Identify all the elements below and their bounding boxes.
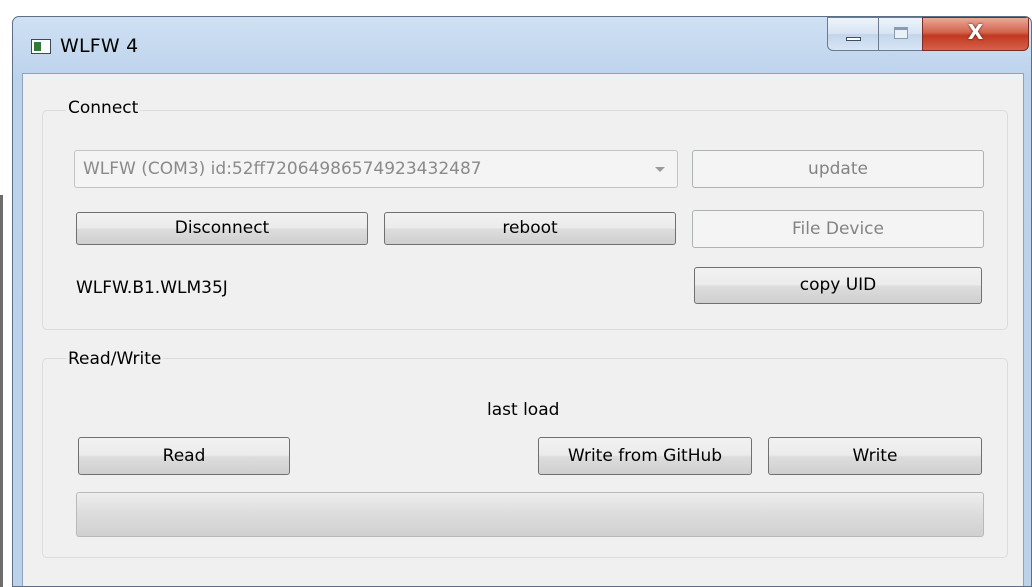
caption-buttons: X (827, 17, 1029, 52)
close-icon: X (967, 20, 984, 44)
read-write-group-title: Read/Write (66, 349, 164, 369)
chevron-down-icon (655, 167, 665, 172)
device-select[interactable]: WLFW (COM3) id:52ff72064986574923432487 (74, 150, 678, 188)
reboot-button[interactable]: reboot (384, 212, 676, 245)
app-window-icon[interactable] (31, 39, 51, 54)
title-bar[interactable]: WLFW 4 X (13, 17, 1031, 73)
copy-uid-button[interactable]: copy UID (694, 267, 982, 304)
write-from-github-button[interactable]: Write from GitHub (538, 437, 752, 475)
write-button[interactable]: Write (768, 437, 982, 475)
device-select-value: WLFW (COM3) id:52ff72064986574923432487 (83, 159, 482, 179)
maximize-button[interactable] (878, 17, 923, 51)
connect-group-title: Connect (66, 98, 141, 118)
close-button[interactable]: X (922, 17, 1029, 51)
minimize-button[interactable] (827, 17, 879, 51)
firmware-label: WLFW.B1.WLM35J (76, 278, 228, 298)
file-device-button[interactable]: File Device (692, 210, 984, 248)
minimize-icon (846, 37, 861, 41)
app-icon-screen (34, 42, 41, 51)
read-button[interactable]: Read (78, 437, 290, 475)
maximize-icon (894, 27, 908, 39)
update-button[interactable]: update (692, 150, 984, 188)
progress-bar (76, 492, 984, 537)
status-label: last load (487, 400, 560, 420)
window-title: WLFW 4 (60, 35, 139, 57)
left-edge-artifact (0, 195, 3, 587)
disconnect-button[interactable]: Disconnect (76, 212, 368, 245)
